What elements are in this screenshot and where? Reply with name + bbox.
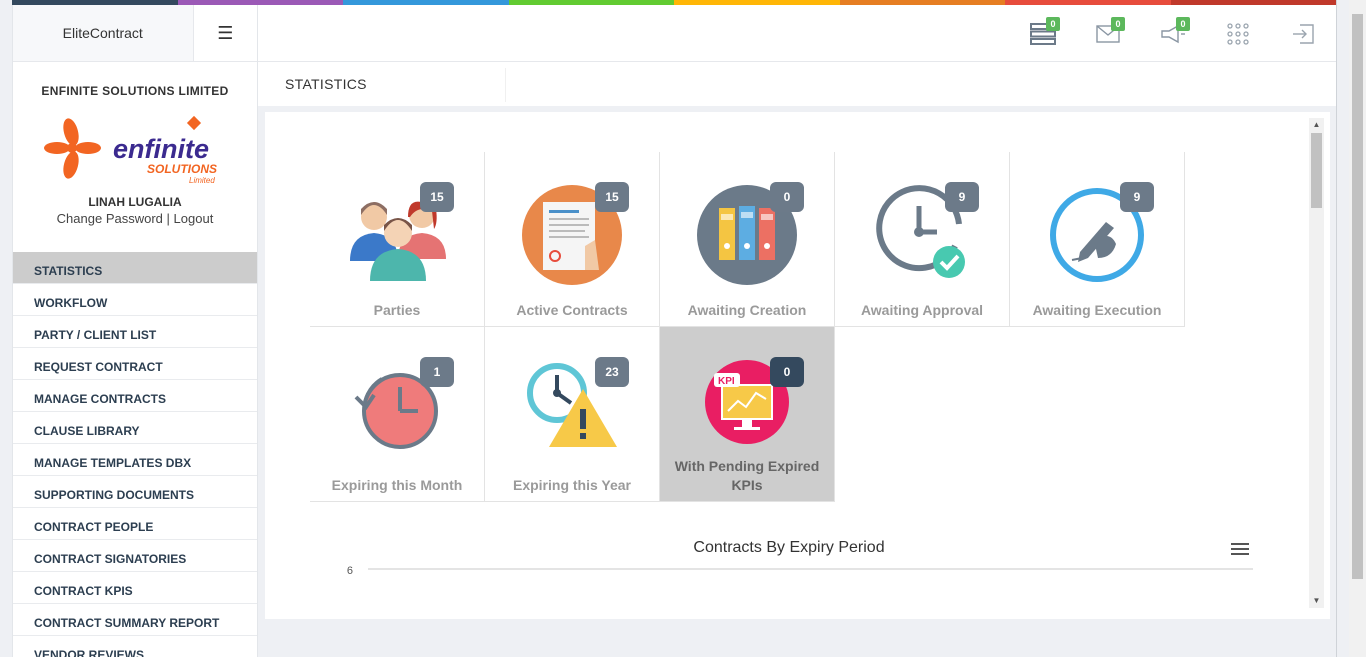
menu-toggle-icon[interactable]: ☰: [192, 5, 257, 61]
pending-kpis-count-badge: 0: [770, 357, 804, 387]
company-name: ENFINITE SOLUTIONS LIMITED: [41, 84, 229, 98]
sidebar-item-manage-templates-dbx[interactable]: MANAGE TEMPLATES DBX: [13, 444, 257, 476]
awaiting-approval-count-badge: 9: [945, 182, 979, 212]
active-contracts-label: Active Contracts: [516, 302, 628, 318]
scroll-down-arrow-icon[interactable]: ▼: [1309, 594, 1324, 608]
sidebar-item-contract-signatories[interactable]: CONTRACT SIGNATORIES: [13, 540, 257, 572]
top-header: 0 0 0: [258, 5, 1336, 62]
sidebar-item-workflow[interactable]: WORKFLOW: [13, 284, 257, 316]
sidebar-item-contract-people[interactable]: CONTRACT PEOPLE: [13, 508, 257, 540]
expiring-month-count-badge: 1: [420, 357, 454, 387]
parties-label: Parties: [373, 302, 421, 318]
sidebar-item-request-contract[interactable]: REQUEST CONTRACT: [13, 348, 257, 380]
envelope-icon[interactable]: 0: [1093, 17, 1125, 48]
frame-edge: [1336, 0, 1337, 657]
awaiting-creation-label: Awaiting Creation: [687, 302, 807, 318]
sidebar-menu: STATISTICS WORKFLOW PARTY / CLIENT LIST REQ…: [13, 252, 257, 657]
awaiting-execution-label: Awaiting Execution: [1032, 302, 1162, 318]
change-password-link[interactable]: Change Password: [57, 211, 163, 226]
tile-pending-kpis[interactable]: KPI 0 With Pending Expired KPIs: [660, 327, 835, 502]
tile-awaiting-creation[interactable]: 0 Awaiting Creation: [660, 152, 835, 327]
brand-bar: EliteContract ☰: [13, 5, 257, 62]
sidebar-item-vendor-reviews[interactable]: VENDOR REVIEWS: [13, 636, 257, 657]
chart-title: Contracts By Expiry Period: [693, 539, 885, 556]
envelope-count-badge: 0: [1111, 17, 1125, 31]
statistics-panel: 15 Parties 15 Active Contracts 0 Awaitin…: [265, 112, 1330, 619]
profile-block: ENFINITE SOLUTIONS LIMITED enfinite SOLU…: [13, 62, 257, 252]
sidebar-item-contract-kpis[interactable]: CONTRACT KPIS: [13, 572, 257, 604]
app-name: EliteContract: [13, 5, 193, 61]
sidebar-item-statistics[interactable]: STATISTICS: [13, 252, 257, 284]
user-links: Change Password | Logout: [13, 211, 257, 226]
logo-sub: SOLUTIONS: [147, 162, 217, 176]
active-contracts-count-badge: 15: [595, 182, 629, 212]
sidebar: EliteContract ☰ ENFINITE SOLUTIONS LIMIT…: [12, 5, 258, 657]
awaiting-creation-count-badge: 0: [770, 182, 804, 212]
company-logo: enfinite SOLUTIONS Limited: [43, 112, 228, 187]
megaphone-count-badge: 0: [1176, 17, 1190, 31]
sidebar-item-manage-contracts[interactable]: MANAGE CONTRACTS: [13, 380, 257, 412]
parties-count-badge: 15: [420, 182, 454, 212]
scroll-up-arrow-icon[interactable]: ▲: [1309, 118, 1324, 132]
server-icon[interactable]: 0: [1028, 17, 1060, 48]
page-title: STATISTICS: [285, 76, 367, 92]
apps-grid-icon[interactable]: [1223, 20, 1253, 48]
header-divider: [505, 68, 506, 102]
y-tick-label: 6: [347, 565, 353, 577]
tile-awaiting-execution[interactable]: 9 Awaiting Execution: [1010, 152, 1185, 327]
megaphone-icon[interactable]: 0: [1158, 17, 1190, 48]
panel-scrollbar[interactable]: ▲ ▼: [1309, 118, 1324, 608]
expiring-year-label: Expiring this Year: [512, 477, 631, 493]
logo-tag: Limited: [189, 176, 215, 185]
sidebar-item-clause-library[interactable]: CLAUSE LIBRARY: [13, 412, 257, 444]
pending-kpis-label: With Pending Expired KPIs: [674, 458, 820, 493]
tile-expiring-month[interactable]: 1 Expiring this Month: [310, 327, 485, 502]
page-header: STATISTICS: [258, 62, 1336, 106]
expiry-chart: 6: [347, 565, 1253, 577]
awaiting-approval-label: Awaiting Approval: [860, 302, 984, 318]
page-scroll-thumb[interactable]: [1352, 14, 1363, 579]
server-count-badge: 0: [1046, 17, 1060, 31]
page-scrollbar[interactable]: [1349, 0, 1366, 657]
tile-active-contracts[interactable]: 15 Active Contracts: [485, 152, 660, 327]
tile-expiring-year[interactable]: 23 Expiring this Year: [485, 327, 660, 502]
logout-link[interactable]: Logout: [174, 211, 214, 226]
expiring-year-count-badge: 23: [595, 357, 629, 387]
logout-icon[interactable]: [1288, 20, 1318, 48]
chart-menu-icon[interactable]: [1231, 543, 1249, 557]
user-name: LINAH LUGALIA: [88, 195, 182, 209]
sidebar-item-supporting-documents[interactable]: SUPPORTING DOCUMENTS: [13, 476, 257, 508]
sidebar-item-contract-summary-report[interactable]: CONTRACT SUMMARY REPORT: [13, 604, 257, 636]
tile-parties[interactable]: 15 Parties: [310, 152, 485, 327]
awaiting-execution-count-badge: 9: [1120, 182, 1154, 212]
panel-scroll-thumb[interactable]: [1311, 133, 1322, 208]
sidebar-item-party-client-list[interactable]: PARTY / CLIENT LIST: [13, 316, 257, 348]
svg-text:KPI: KPI: [718, 376, 735, 387]
tile-awaiting-approval[interactable]: 9 Awaiting Approval: [835, 152, 1010, 327]
link-separator: |: [166, 211, 170, 226]
logo-word: enfinite: [113, 134, 209, 164]
expiring-month-label: Expiring this Month: [331, 477, 463, 493]
